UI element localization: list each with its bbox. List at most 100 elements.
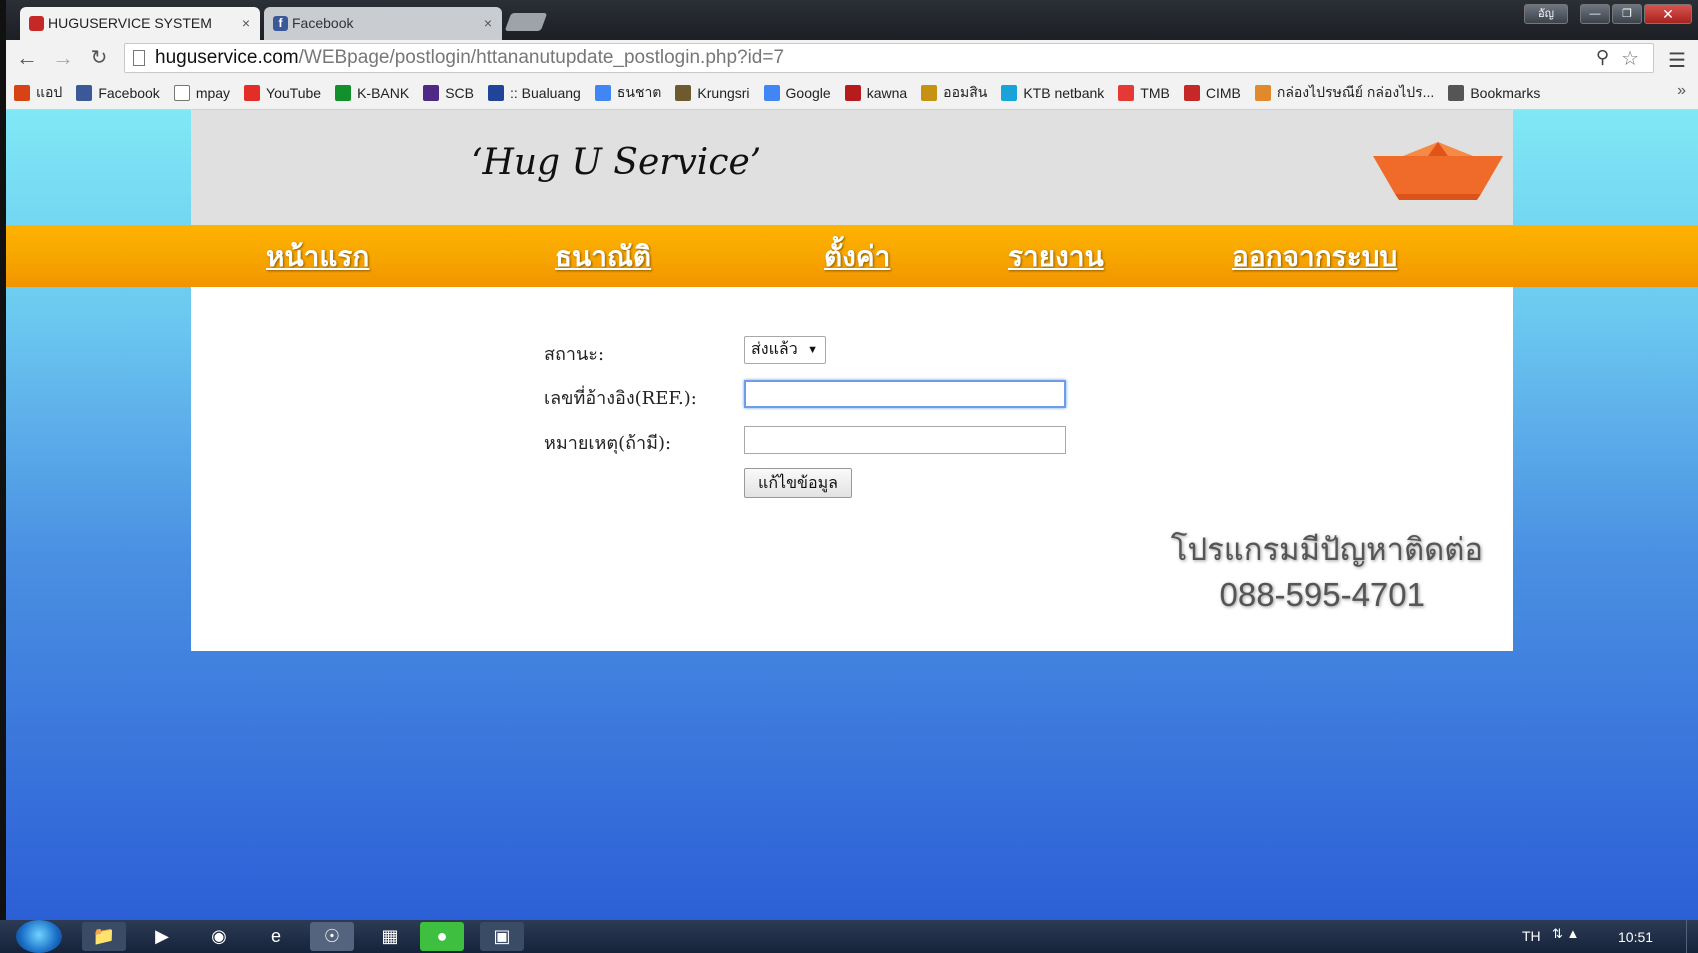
chevron-down-icon: ▼ (807, 344, 818, 356)
bookmark-label: Facebook (98, 84, 160, 101)
bookmark-label: ออมสิน (943, 83, 988, 100)
new-tab-button[interactable] (504, 13, 548, 31)
start-button[interactable] (16, 920, 62, 953)
bookmark-label: Krungsri (697, 84, 750, 101)
facebook-icon: f (273, 16, 288, 31)
nav-home[interactable]: หน้าแรก (266, 235, 369, 279)
main-nav: หน้าแรก ธนาณัติ ตั้งค่า รายงาน ออกจากระบ… (6, 225, 1698, 287)
nav-logout[interactable]: ออกจากระบบ (1232, 235, 1397, 279)
bookmarks-overflow-icon[interactable]: » (1677, 82, 1686, 100)
ref-label: เลขที่อ้างอิง(REF.): (544, 388, 697, 409)
internet-explorer-icon[interactable]: e (254, 922, 298, 951)
maximize-button[interactable]: ❐ (1612, 4, 1642, 24)
tab-facebook[interactable]: f Facebook × (264, 7, 502, 40)
bookmark-label: mpay (195, 84, 231, 101)
bookmark-item[interactable]: KTB netbank (1001, 84, 1105, 101)
help-phone: 088-595-4701 (1219, 576, 1425, 613)
google-icon (763, 84, 780, 101)
kbank-icon (335, 84, 352, 101)
url-path: /WEBpage/postlogin/httananutupdate_postl… (298, 47, 785, 68)
bookmark-item[interactable]: ธนชาต (594, 82, 662, 104)
ktb-icon (1001, 84, 1018, 101)
bookmark-item[interactable]: mpay (173, 84, 231, 101)
site-title: ‘Hug U Service’ (471, 142, 762, 183)
site-banner: ‘Hug U Service’ (191, 110, 1513, 225)
scb-icon (423, 84, 440, 101)
forward-button[interactable]: → (50, 45, 76, 71)
bualuang-icon (487, 84, 504, 101)
bookmark-item[interactable]: kawna (844, 84, 908, 101)
language-indicator[interactable]: TH (1522, 928, 1541, 944)
google-icon (594, 84, 611, 101)
bookmark-item[interactable]: Google (763, 84, 831, 101)
bookmark-item[interactable]: YouTube (244, 84, 322, 101)
nav-settings[interactable]: ตั้งค่า (824, 235, 890, 279)
close-tab-icon[interactable]: × (484, 7, 492, 39)
update-button[interactable]: แก้ไขข้อมูล (744, 468, 852, 498)
bookmark-star-icon[interactable]: ☆ (1621, 46, 1639, 71)
clock[interactable]: 10:51 (1618, 929, 1653, 945)
gsb-icon (921, 84, 938, 101)
form-panel: สถานะ: ส่งแล้ว ▼ เลขที่อ้างอิง(REF.): หม… (191, 287, 1513, 651)
bookmark-item[interactable]: CIMB (1183, 84, 1241, 101)
bookmark-item[interactable]: กล่องไปรษณีย์ กล่องไปร... (1254, 82, 1434, 104)
firefox-icon[interactable]: ◉ (197, 922, 241, 951)
bookmark-item[interactable]: Facebook (76, 84, 160, 101)
back-button[interactable]: ← (14, 45, 40, 71)
note-input[interactable] (744, 426, 1066, 454)
bookmark-item[interactable]: :: Bualuang (487, 84, 581, 101)
taskbar: 📁 ▶ ◉ e ☉ ▦ ● ▣ TH ⇅ ▲ 10:51 (0, 920, 1698, 953)
bookmark-item[interactable]: SCB (423, 84, 474, 101)
status-select[interactable]: ส่งแล้ว ▼ (744, 336, 826, 364)
reload-button[interactable]: ↻ (86, 45, 112, 71)
app-icon[interactable]: ▣ (480, 922, 524, 951)
bookmark-label: YouTube (266, 84, 322, 101)
box-icon (1254, 84, 1271, 101)
youtube-icon (244, 84, 261, 101)
tray-network-icon[interactable]: ⇅ ▲ (1552, 926, 1579, 942)
bookmark-item[interactable]: ออมสิน (921, 82, 987, 104)
chrome-icon[interactable]: ☉ (310, 922, 354, 951)
page-viewport: ‘Hug U Service’ หน้าแรก ธนาณัติ ตั้งค่า … (6, 110, 1698, 920)
cimb-icon (1183, 84, 1200, 101)
bookmark-item[interactable]: Bookmarks (1448, 84, 1540, 101)
browser-toolbar: ← → ↻ huguservice.com/WEBpage/postlogin/… (6, 40, 1698, 76)
profile-button[interactable]: อัญ (1524, 4, 1568, 24)
url-text[interactable]: huguservice.com/WEBpage/postlogin/httana… (155, 44, 784, 72)
address-bar[interactable]: huguservice.com/WEBpage/postlogin/httana… (124, 43, 1654, 73)
bookmark-label: SCB (445, 84, 474, 101)
bookmark-label: CIMB (1205, 84, 1241, 101)
close-tab-icon[interactable]: × (242, 7, 250, 39)
explorer-icon[interactable]: 📁 (82, 922, 126, 951)
bookmark-item[interactable]: K-BANK (335, 84, 410, 101)
nav-report[interactable]: รายงาน (1008, 235, 1104, 279)
apps-icon (14, 84, 30, 101)
bookmark-item[interactable]: แอป (14, 82, 62, 104)
bookmark-label: KTB netbank (1023, 84, 1105, 101)
ref-input[interactable] (744, 380, 1066, 408)
show-desktop-button[interactable] (1686, 920, 1698, 953)
media-player-icon[interactable]: ▶ (140, 922, 184, 951)
bookmark-label: Google (785, 84, 831, 101)
bookmark-label: K-BANK (357, 84, 410, 101)
minimize-button[interactable]: — (1580, 4, 1610, 24)
bookmark-item[interactable]: Krungsri (675, 84, 750, 101)
bookmark-item[interactable]: TMB (1118, 84, 1170, 101)
facebook-icon (76, 84, 93, 101)
zoom-icon[interactable]: ⚲ (1596, 47, 1609, 68)
close-window-button[interactable]: ✕ (1644, 4, 1692, 24)
bookmark-label: kawna (866, 84, 908, 101)
nav-money-order[interactable]: ธนาณัติ (555, 235, 651, 279)
bookmark-label: ธนชาต (616, 83, 662, 100)
calculator-icon[interactable]: ▦ (368, 922, 412, 951)
browser-menu-icon[interactable]: ☰ (1668, 48, 1686, 73)
tmb-icon (1118, 84, 1135, 101)
krungsri-icon (675, 84, 692, 101)
window-controls: อัญ — ❐ ✕ (1524, 4, 1692, 26)
line-icon[interactable]: ● (420, 922, 464, 951)
tab-huguservice[interactable]: HUGUSERVICE SYSTEM × (20, 7, 260, 40)
help-text: โปรแกรมมีปัญหาติดต่อ (1170, 532, 1483, 568)
page-icon (173, 84, 190, 101)
url-domain: huguservice.com (155, 47, 299, 68)
tab-strip: HUGUSERVICE SYSTEM × f Facebook × อัญ — … (6, 0, 1698, 40)
